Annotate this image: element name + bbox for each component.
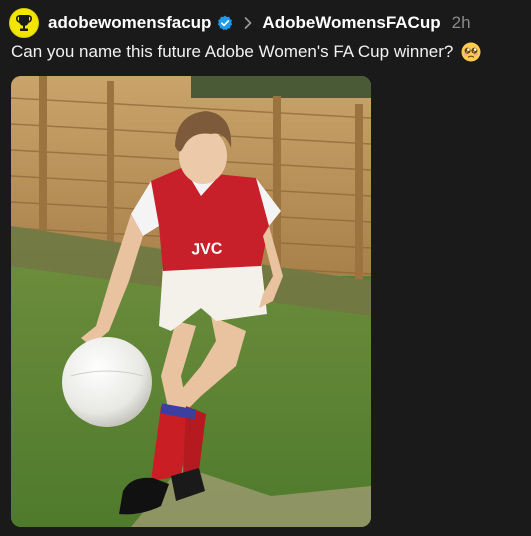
caption-text: Can you name this future Adobe Women's F… xyxy=(11,42,454,61)
community-link[interactable]: AdobeWomensFACup xyxy=(262,13,440,33)
post-timestamp[interactable]: 2h xyxy=(452,13,471,33)
post-caption: Can you name this future Adobe Women's F… xyxy=(11,42,481,62)
post-header: adobewomensfacup AdobeWomensFACup 2h xyxy=(9,8,471,38)
avatar[interactable] xyxy=(9,8,39,38)
post-card: adobewomensfacup AdobeWomensFACup 2h Can… xyxy=(0,0,531,536)
verified-badge-icon xyxy=(217,15,233,31)
fa-cup-trophy-icon xyxy=(16,15,32,31)
chevron-right-icon xyxy=(244,16,256,30)
shirt-sponsor: JVC xyxy=(191,240,223,258)
pleading-face-emoji-icon xyxy=(461,42,481,62)
post-image[interactable]: JVC xyxy=(11,76,371,527)
username-link[interactable]: adobewomensfacup xyxy=(48,13,211,33)
